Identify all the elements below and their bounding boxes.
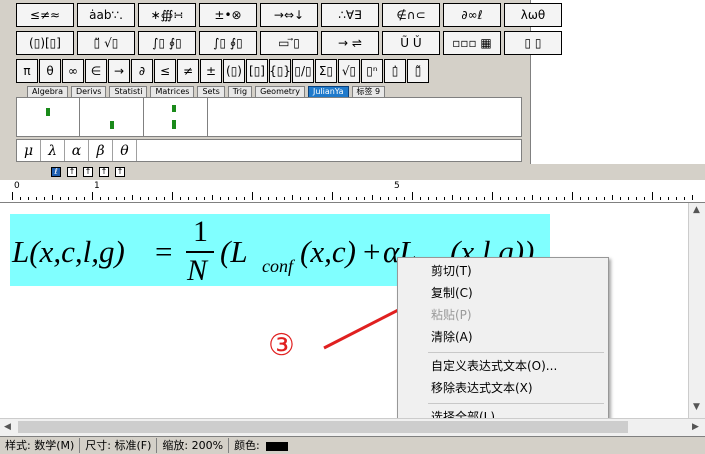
context-menu: 剪切(T) 复制(C) 粘贴(P) 清除(A) 自定义表达式文本(O)... 移… xyxy=(397,257,609,431)
status-size: 尺寸: 标准(F) xyxy=(80,438,158,453)
status-color-label: 颜色: xyxy=(234,439,260,452)
menu-item-remove-text[interactable]: 移除表达式文本(X) xyxy=(431,379,533,397)
menu-separator xyxy=(428,352,604,353)
status-bar: 样式: 数学(M) 尺寸: 标准(F) 缩放: 200% 颜色: xyxy=(0,436,705,454)
horizontal-scrollbar[interactable]: ◀ ▶ xyxy=(0,418,705,436)
menu-item-clear[interactable]: 清除(A) xyxy=(431,328,473,346)
menu-item-copy[interactable]: 复制(C) xyxy=(431,284,473,302)
menu-item-cut[interactable]: 剪切(T) xyxy=(431,262,472,280)
status-zoom: 缩放: 200% xyxy=(157,438,230,453)
status-style: 样式: 数学(M) xyxy=(0,438,81,453)
scroll-right-icon[interactable]: ▶ xyxy=(692,422,699,432)
menu-item-custom-text[interactable]: 自定义表达式文本(O)... xyxy=(431,357,557,375)
horizontal-scroll-thumb[interactable] xyxy=(18,421,628,433)
menu-item-paste[interactable]: 粘贴(P) xyxy=(431,306,472,324)
status-color: 颜色: xyxy=(229,438,293,453)
color-swatch xyxy=(265,441,288,451)
scroll-left-icon[interactable]: ◀ xyxy=(4,422,11,432)
menu-separator xyxy=(428,403,604,404)
